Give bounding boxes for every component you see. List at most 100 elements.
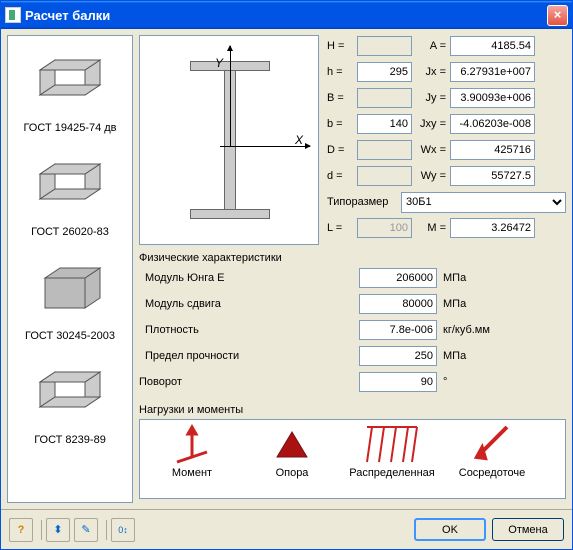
load-label: Сосредоточе [459, 467, 526, 479]
sidebar-item-label: ГОСТ 19425-74 дв [12, 122, 128, 134]
label-D: D = [327, 144, 357, 156]
label-Jxy: Jxy = [412, 118, 450, 130]
app-icon [5, 7, 21, 23]
top-area: X Y H = A = h = Jx = [139, 35, 566, 245]
profile-thumb-icon [25, 144, 115, 224]
value-M[interactable] [450, 218, 535, 238]
axis-y [230, 46, 231, 146]
phys-unit-strength: МПа [443, 350, 466, 362]
profile-sidebar[interactable]: ГОСТ 19425-74 дв ГОСТ 26020-83 ГОСТ 3024… [7, 35, 133, 503]
phys-label-young: Модуль Юнга Е [139, 272, 359, 284]
profile-thumb-icon [25, 352, 115, 432]
distributed-load-icon [362, 422, 422, 467]
sidebar-item-label: ГОСТ 30245-2003 [12, 330, 128, 342]
axis-label-x: X [295, 133, 303, 147]
value-Wy[interactable] [450, 166, 535, 186]
titlebar: Расчет балки × [1, 1, 572, 29]
phys-title: Физические характеристики [139, 252, 566, 264]
load-label: Опора [276, 467, 309, 479]
support-icon [262, 422, 322, 467]
phys-unit-density: кг/куб.мм [443, 324, 490, 336]
label-Jx: Jx = [412, 66, 450, 78]
label-typosize: Типоразмер [327, 196, 401, 208]
sidebar-item-label: ГОСТ 26020-83 [12, 226, 128, 238]
sidebar-item-gost-26020[interactable]: ГОСТ 26020-83 [12, 144, 128, 238]
label-H: H = [327, 40, 357, 52]
load-label: Момент [172, 467, 212, 479]
value-Jxy[interactable] [450, 114, 535, 134]
content: ГОСТ 19425-74 дв ГОСТ 26020-83 ГОСТ 3024… [1, 29, 572, 509]
concentrated-load-icon [462, 422, 522, 467]
tool-icon: ✎ [81, 523, 90, 536]
separator [41, 520, 42, 540]
label-d: d = [327, 170, 357, 182]
window: Расчет балки × ГОСТ 19425-74 дв ГОСТ 260… [0, 0, 573, 550]
input-B[interactable] [357, 88, 412, 108]
phys-input-density[interactable] [359, 320, 437, 340]
value-Jx[interactable] [450, 62, 535, 82]
parameters: H = A = h = Jx = B = Jy = [327, 35, 566, 245]
load-item-distributed[interactable]: Распределенная [342, 422, 442, 479]
moment-icon [162, 422, 222, 467]
help-icon: ? [18, 524, 25, 536]
label-Wx: Wx = [412, 144, 450, 156]
label-h: h = [327, 66, 357, 78]
bottom-bar: ? ⬍ ✎ 0↕ OK Отмена [1, 509, 572, 549]
tool-button-4[interactable]: 0↕ [111, 518, 135, 542]
phys-input-young[interactable] [359, 268, 437, 288]
cancel-button[interactable]: Отмена [492, 518, 564, 541]
phys-unit-shear: МПа [443, 298, 466, 310]
phys-input-strength[interactable] [359, 346, 437, 366]
tool-icon: 0↕ [118, 525, 128, 535]
label-M: M = [412, 222, 450, 234]
phys-label-rotation: Поворот [139, 376, 359, 388]
loads-title: Нагрузки и моменты [139, 404, 566, 416]
label-b: b = [327, 118, 357, 130]
tool-icon: ⬍ [53, 523, 62, 536]
profile-thumb-icon [25, 248, 115, 328]
phys-unit-young: МПа [443, 272, 466, 284]
profile-thumb-icon [25, 40, 115, 120]
loads-panel[interactable]: Момент Опора Распределенная [139, 419, 566, 499]
phys-unit-rotation: ° [443, 376, 447, 388]
cross-section-diagram: X Y [139, 35, 319, 245]
tool-help-button[interactable]: ? [9, 518, 33, 542]
load-item-concentrated[interactable]: Сосредоточе [442, 422, 542, 479]
sidebar-item-label: ГОСТ 8239-89 [12, 434, 128, 446]
sidebar-item-gost-19425[interactable]: ГОСТ 19425-74 дв [12, 40, 128, 134]
input-D[interactable] [357, 140, 412, 160]
label-L: L = [327, 222, 357, 234]
ok-button[interactable]: OK [414, 518, 486, 541]
separator [106, 520, 107, 540]
phys-label-strength: Предел прочности [139, 350, 359, 362]
sidebar-item-gost-8239[interactable]: ГОСТ 8239-89 [12, 352, 128, 446]
phys-input-shear[interactable] [359, 294, 437, 314]
select-typosize[interactable]: 30Б1 [401, 192, 566, 213]
main-panel: X Y H = A = h = Jx = [139, 35, 566, 503]
load-item-moment[interactable]: Момент [142, 422, 242, 479]
input-H[interactable] [357, 36, 412, 56]
tool-button-2[interactable]: ⬍ [46, 518, 70, 542]
value-Jy[interactable] [450, 88, 535, 108]
phys-section: Физические характеристики Модуль Юнга Е … [139, 249, 566, 397]
phys-label-shear: Модуль сдвига [139, 298, 359, 310]
close-button[interactable]: × [547, 5, 568, 26]
input-b[interactable] [357, 114, 412, 134]
load-item-support[interactable]: Опора [242, 422, 342, 479]
input-d[interactable] [357, 166, 412, 186]
label-Wy: Wy = [412, 170, 450, 182]
load-label: Распределенная [349, 467, 434, 479]
window-title: Расчет балки [25, 8, 110, 23]
value-Wx[interactable] [450, 140, 535, 160]
loads-section: Нагрузки и моменты Момент Опора [139, 401, 566, 499]
label-B: B = [327, 92, 357, 104]
input-L [357, 218, 412, 238]
input-h[interactable] [357, 62, 412, 82]
sidebar-item-gost-30245[interactable]: ГОСТ 30245-2003 [12, 248, 128, 342]
axis-label-y: Y [215, 56, 223, 70]
phys-label-density: Плотность [139, 324, 359, 336]
label-A: A = [412, 40, 450, 52]
tool-button-3[interactable]: ✎ [74, 518, 98, 542]
phys-input-rotation[interactable] [359, 372, 437, 392]
value-A[interactable] [450, 36, 535, 56]
